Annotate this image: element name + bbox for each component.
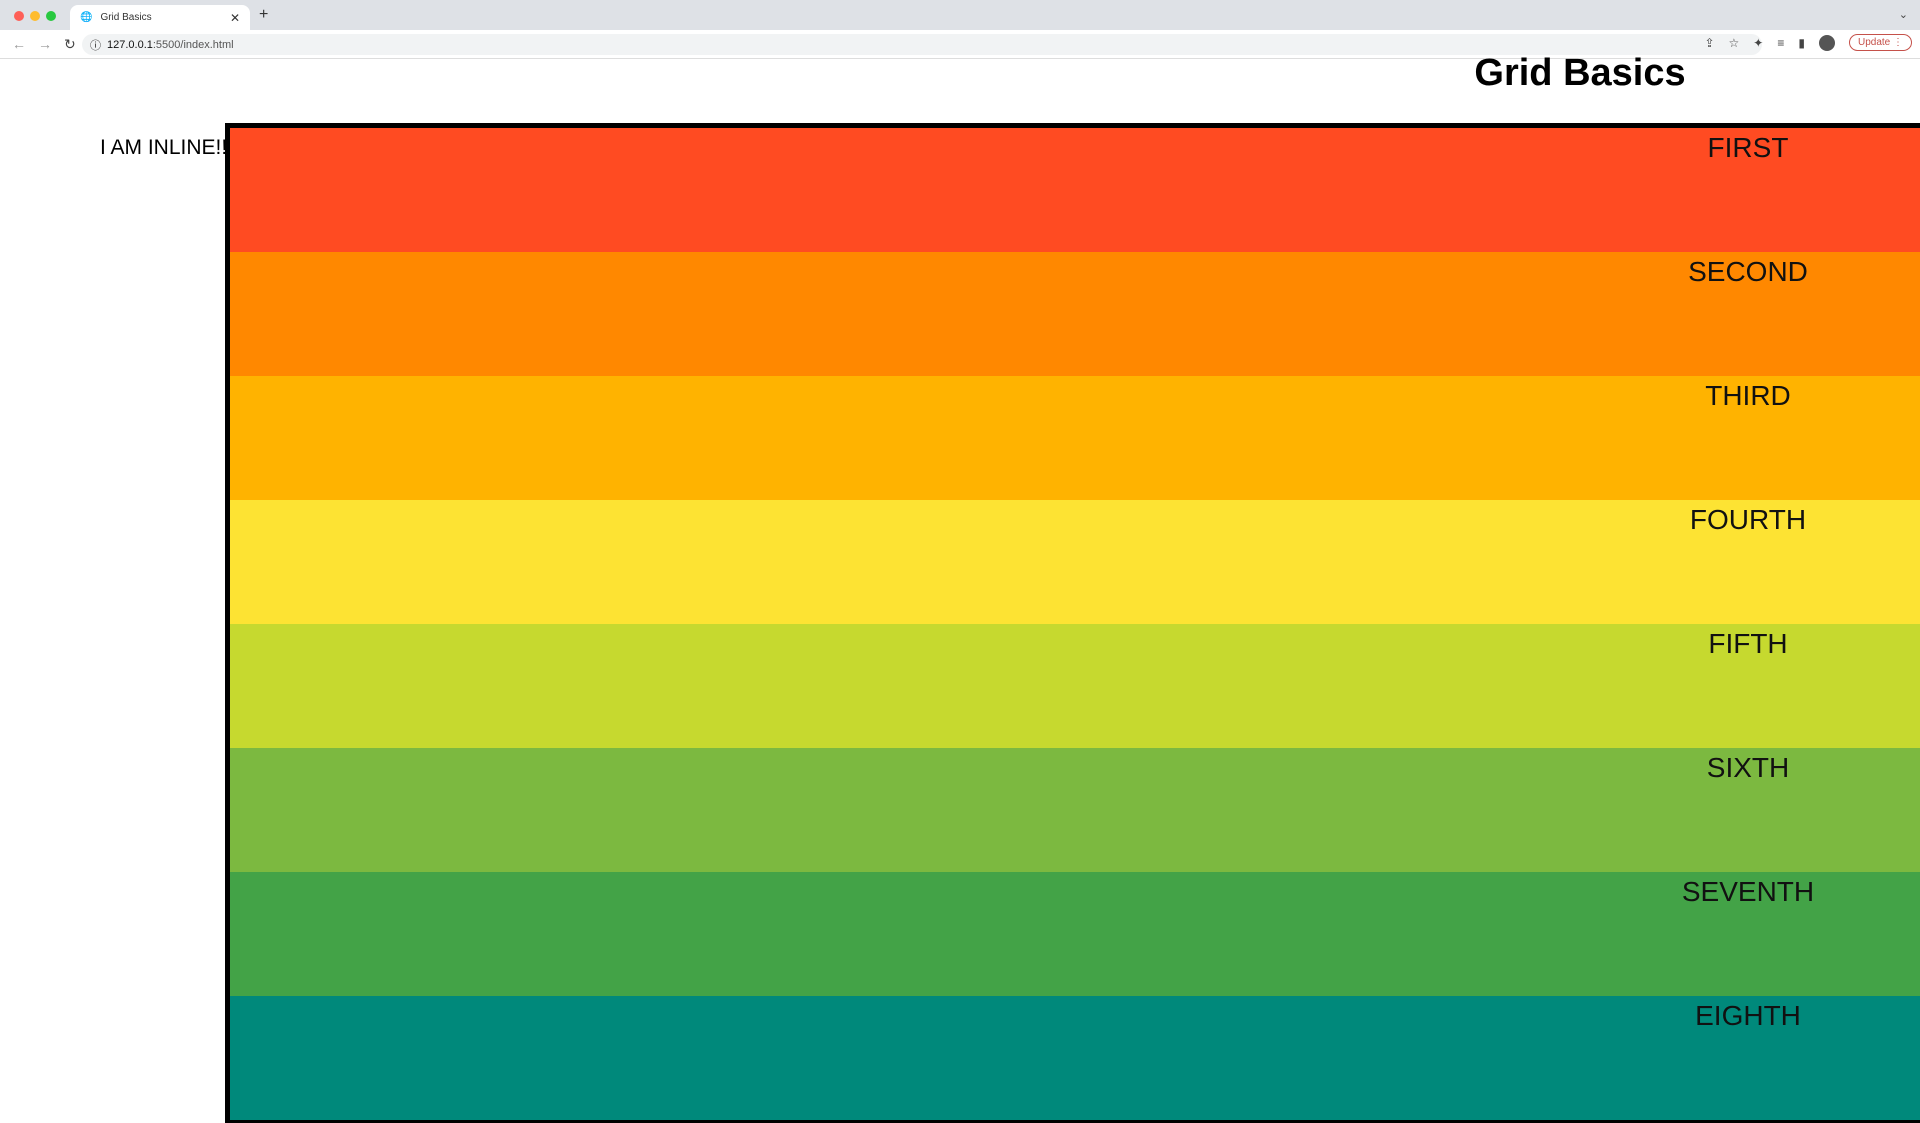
grid-item-second: SECOND [230,252,1920,376]
update-button[interactable]: Update ⋮ [1848,34,1912,51]
new-tab-button[interactable]: + [259,6,268,24]
forward-icon[interactable]: → [38,36,52,52]
inline-text: I AM INLINE!! [100,136,228,159]
update-label: Update [1857,37,1891,48]
minimize-window-button[interactable] [30,11,40,21]
url-host: 127.0.0.1 [107,38,153,51]
tab-title: Grid Basics [100,12,152,23]
sidepanel-icon[interactable]: ▮ [1798,36,1805,50]
grid-item-label: FOURTH [1689,504,1807,535]
grid-item-label: FIFTH [1708,628,1788,659]
grid-item-label: SEVENTH [1681,876,1815,907]
grid-item-seventh: SEVENTH [230,872,1920,996]
grid-container: FIRST SECOND THIRD FOURTH FIFTH SIXTH SEVENTH E… [225,123,1920,1123]
media-icon[interactable]: ≡ [1777,36,1784,50]
info-icon[interactable]: ⓘ [90,37,101,53]
share-icon[interactable]: ⇪ [1704,36,1714,50]
grid-item-label: SIXTH [1706,752,1790,783]
back-icon[interactable]: ← [12,36,26,52]
grid-item-fifth: FIFTH [230,624,1920,748]
grid-item-label: EIGHTH [1695,1000,1801,1031]
grid-item-fourth: FOURTH [230,500,1920,624]
grid-item-third: THIRD [230,376,1920,500]
grid-item-label: SECOND [1688,256,1808,287]
grid-item-first: FIRST [230,128,1920,252]
close-window-button[interactable] [14,11,24,21]
star-icon[interactable]: ☆ [1729,36,1740,50]
profile-avatar[interactable] [1818,34,1835,51]
grid-item-sixth: SIXTH [230,748,1920,872]
reload-icon[interactable]: ↻ [64,36,78,53]
tab-bar: 🌐 Grid Basics ✕ + ⌄ [0,0,1920,30]
url-path: :5500/index.html [152,38,234,51]
globe-icon: 🌐 [80,12,93,23]
maximize-window-button[interactable] [46,11,56,21]
browser-tab[interactable]: 🌐 Grid Basics ✕ [70,5,250,30]
grid-item-label: THIRD [1705,380,1791,411]
close-tab-icon[interactable]: ✕ [230,11,240,25]
window-controls [14,11,56,21]
page-title: Grid Basics [1474,52,1686,94]
tab-search-chevron-icon[interactable]: ⌄ [1899,8,1908,21]
grid-item-label: FIRST [1707,132,1789,163]
extensions-icon[interactable]: ✦ [1753,36,1763,50]
grid-item-eighth: EIGHTH [230,996,1920,1120]
